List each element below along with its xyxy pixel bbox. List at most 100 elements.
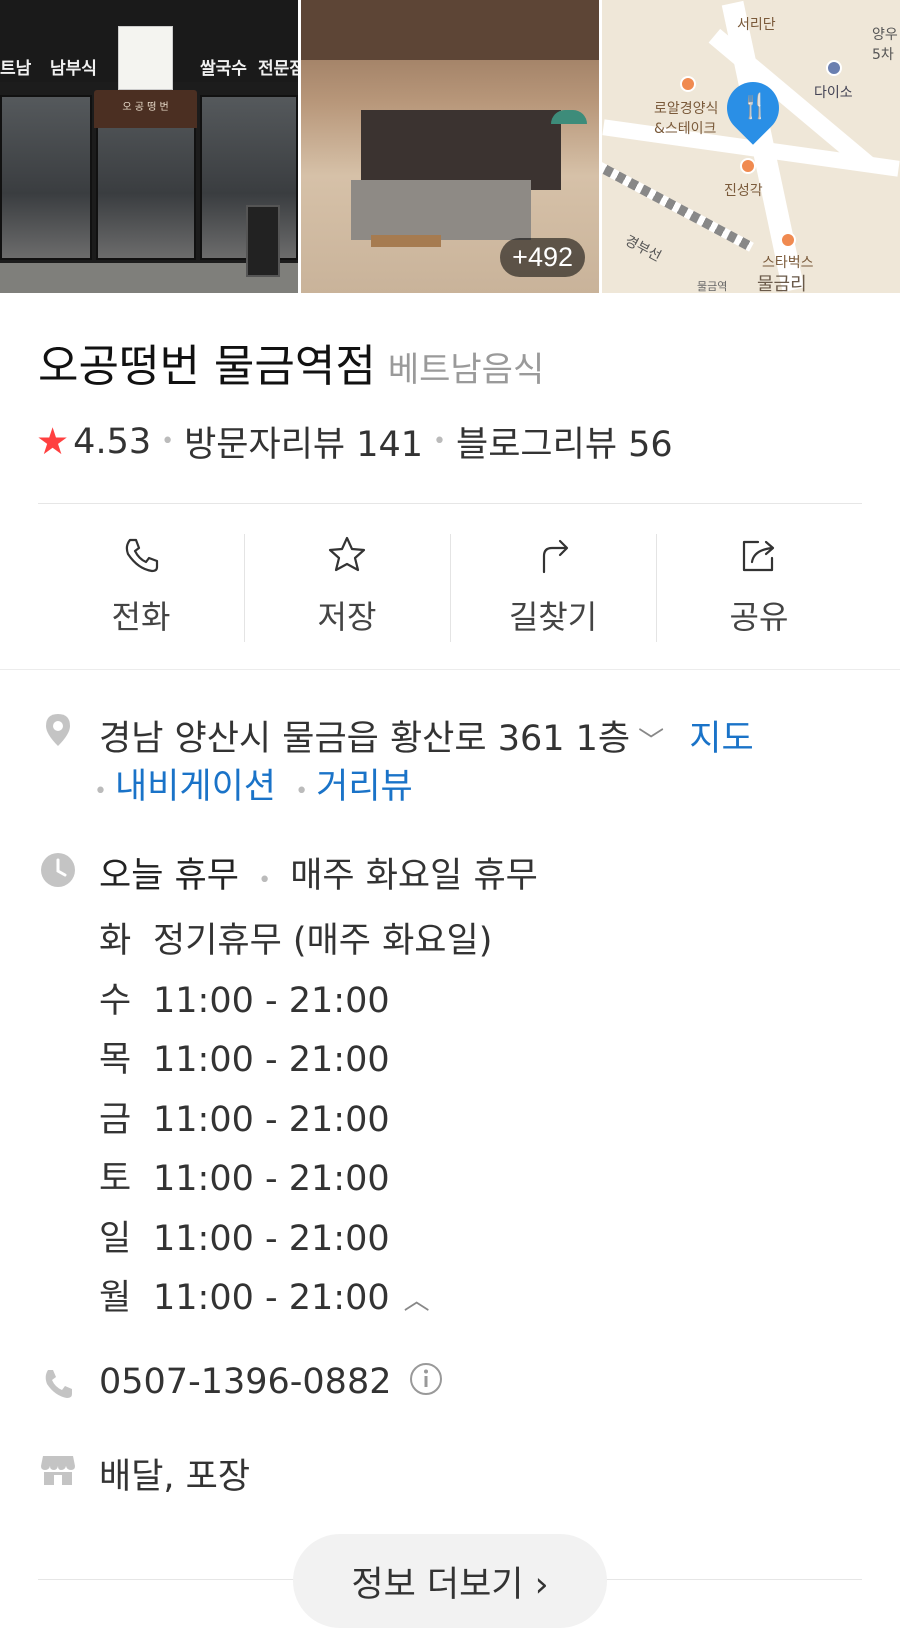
phone-icon (45, 1370, 72, 1398)
map-label: &스테이크 (654, 121, 717, 137)
sign-text: 트남 (0, 59, 32, 79)
table (371, 235, 441, 247)
separator-dot: • (94, 779, 107, 804)
chalkboard (246, 205, 280, 277)
share-icon (742, 540, 775, 572)
star-icon: ★ (36, 420, 70, 463)
location-pin-icon (46, 714, 70, 746)
awning: 오 공 떵 번 (94, 90, 197, 128)
star-icon (328, 536, 366, 572)
directions-label: 길찾기 (508, 598, 598, 636)
save-button[interactable]: 저장 (244, 520, 450, 650)
window (0, 95, 92, 260)
address-text[interactable]: 경남 양산시 물금읍 황산로 361 1층 (99, 719, 630, 759)
place-category: 베트남음식 (387, 350, 545, 390)
hours-row: 목 11:00 - 21:00 (99, 1031, 492, 1091)
action-bar: 전화 저장 길찾기 공유 (38, 520, 862, 650)
call-button[interactable]: 전화 (38, 520, 244, 650)
map-label: 스타벅스 (762, 255, 814, 271)
map-poi-dot (826, 60, 842, 76)
map-label: 양우 (872, 27, 898, 43)
rating-row: ★ 4.53 • 방문자리뷰 141 • 블로그리뷰 56 (36, 416, 673, 467)
phone-number[interactable]: 0507-1396-0882 (99, 1362, 391, 1402)
chevron-up-icon[interactable]: ︿ (404, 1286, 430, 1316)
directions-button[interactable]: 길찾기 (450, 520, 656, 650)
sign-text: 남부식 (50, 59, 97, 79)
hours-row: 화 정기휴무 (매주 화요일) (99, 912, 492, 972)
map-link[interactable]: 지도 (689, 719, 753, 759)
day-label: 화 (99, 921, 132, 961)
kitchen (361, 110, 561, 190)
day-label: 수 (99, 980, 132, 1021)
map-label: 진성각 (724, 183, 763, 199)
day-hours: 정기휴무 (매주 화요일) (153, 921, 493, 961)
map-label: 서리단 (737, 17, 776, 33)
photo-count-badge[interactable]: +492 (500, 238, 585, 277)
hours-list: 화 정기휴무 (매주 화요일) 수 11:00 - 21:00 목 11:00 - 2… (99, 912, 492, 1332)
clock-icon (41, 853, 75, 887)
map-thumbnail[interactable]: 서리단 양우 5차 다이소 로알경양식 &스테이크 진성각 경부선 스타벅스 물… (602, 0, 900, 293)
place-name: 오공떵번 물금역점 (38, 341, 376, 392)
chevron-down-icon[interactable]: ﹀ (638, 727, 664, 757)
day-hours: 11:00 - 21:00 (153, 1040, 390, 1080)
more-info-button[interactable]: 정보 더보기 › (293, 1534, 607, 1628)
info-icon[interactable] (409, 1362, 443, 1396)
pendant-lamp (551, 110, 587, 124)
today-status: 오늘 휴무 (99, 856, 239, 896)
map-label: 로알경양식 (654, 101, 719, 117)
fork-knife-icon: 🍴 (740, 92, 770, 120)
hours-row: 수 11:00 - 21:00 (99, 972, 492, 1032)
day-label: 금 (99, 1099, 132, 1140)
visitor-reviews-link[interactable]: 방문자리뷰 141 (184, 416, 423, 467)
day-hours: 11:00 - 21:00 (153, 1099, 390, 1140)
separator-dot: • (161, 429, 175, 454)
day-label: 일 (99, 1218, 132, 1259)
day-label: 월 (99, 1278, 132, 1318)
share-button[interactable]: 공유 (656, 520, 862, 650)
divider (0, 669, 900, 670)
street-view-link[interactable]: 거리뷰 (316, 767, 413, 807)
map-poi-dot (680, 76, 696, 92)
call-label: 전화 (111, 598, 171, 636)
hours-row: 월 11:00 - 21:00 ︿ (99, 1269, 492, 1332)
ceiling (301, 0, 599, 60)
day-hours: 11:00 - 21:00 (153, 1278, 390, 1318)
map-railway (602, 158, 754, 252)
photo-strip[interactable]: 트남 남부식 쌀국수 전문점 오 공 떵 번 +492 서리단 양우 5차 다이… (0, 0, 900, 293)
address-line: 경남 양산시 물금읍 황산로 361 1층 ﹀ 지도 (99, 710, 754, 761)
counter (351, 180, 531, 240)
sign-text: 쌀국수 (200, 59, 247, 79)
day-hours: 11:00 - 21:00 (153, 1218, 390, 1259)
map-label: 5차 (872, 47, 894, 63)
save-label: 저장 (317, 598, 377, 636)
navigation-link[interactable]: 내비게이션 (115, 767, 276, 807)
hours-row: 일 11:00 - 21:00 (99, 1210, 492, 1270)
hours-row: 토 11:00 - 21:00 (99, 1150, 492, 1210)
share-label: 공유 (729, 598, 789, 636)
sign-text: 전문점 (258, 59, 298, 79)
day-label: 토 (99, 1159, 132, 1199)
store-icon (41, 1456, 75, 1485)
phone-line: 0507-1396-0882 (99, 1362, 443, 1402)
divider (38, 503, 862, 504)
separator-dot: • (433, 429, 447, 454)
hours-row: 금 11:00 - 21:00 (99, 1091, 492, 1151)
blog-reviews-link[interactable]: 블로그리뷰 56 (456, 416, 673, 467)
hours-status-line[interactable]: 오늘 휴무 • 매주 화요일 휴무 (99, 847, 538, 898)
hours-summary: 매주 화요일 휴무 (290, 856, 538, 896)
map-label: 경부선 (622, 232, 664, 266)
address-links: • 내비게이션 • 거리뷰 (94, 758, 413, 809)
storefront-photo[interactable]: 트남 남부식 쌀국수 전문점 오 공 떵 번 (0, 0, 298, 293)
map-label: 물금역 (697, 280, 728, 293)
services-text: 배달, 포장 (99, 1457, 251, 1497)
map-poi-dot (780, 232, 796, 248)
shop-logo (118, 26, 173, 90)
separator-dot: • (258, 868, 272, 893)
rating-value: 4.53 (73, 421, 152, 462)
directions-icon (542, 539, 569, 574)
day-hours: 11:00 - 21:00 (153, 1159, 390, 1199)
day-label: 목 (99, 1040, 132, 1080)
day-hours: 11:00 - 21:00 (153, 980, 390, 1021)
interior-photo[interactable]: +492 (301, 0, 599, 293)
more-info-section: 정보 더보기 › (0, 1534, 900, 1628)
